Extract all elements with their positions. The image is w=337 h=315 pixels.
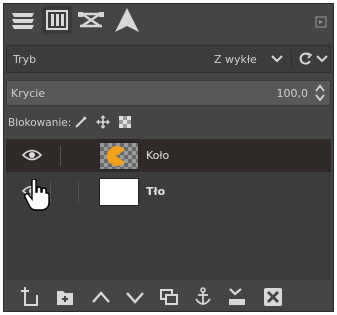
- new-layer-icon: [21, 287, 38, 306]
- new-layer-group-icon: [57, 291, 73, 305]
- layers-toolbar: [4, 283, 333, 311]
- paths-icon: [78, 12, 104, 28]
- opacity-value[interactable]: 100,0: [277, 87, 309, 100]
- chain-toggle[interactable]: [78, 182, 79, 202]
- chain-toggle[interactable]: [50, 182, 51, 202]
- hand-cursor-icon: [24, 179, 50, 211]
- layers-list[interactable]: Koło Tło: [6, 139, 331, 280]
- lower-layer-icon: [126, 292, 144, 304]
- opacity-slider[interactable]: Krycie 100,0: [6, 80, 331, 106]
- tab-layers[interactable]: [8, 6, 38, 34]
- lock-alpha-icon[interactable]: [118, 115, 132, 129]
- duplicate-layer-button[interactable]: [156, 286, 182, 308]
- lock-label: Blokowanie:: [8, 117, 72, 129]
- lock-position-icon[interactable]: [96, 115, 110, 129]
- raise-layer-button[interactable]: [88, 286, 114, 308]
- tab-undo-history[interactable]: [112, 6, 142, 34]
- layer-name[interactable]: Tło: [146, 185, 165, 198]
- new-layer-group-button[interactable]: [52, 286, 78, 308]
- opacity-label: Krycie: [11, 87, 46, 100]
- layer-name[interactable]: Koło: [146, 149, 169, 162]
- chain-toggle[interactable]: [60, 146, 61, 166]
- raise-layer-icon: [92, 291, 110, 303]
- new-layer-button[interactable]: [16, 286, 42, 308]
- merge-down-button[interactable]: [224, 286, 250, 308]
- merge-down-icon: [229, 288, 245, 305]
- anchor-layer-button[interactable]: [190, 286, 216, 308]
- layer-mode-selector[interactable]: Tryb Z wykłe: [6, 45, 331, 73]
- mode-label: Tryb: [13, 53, 37, 66]
- dock-tab-strip: [4, 4, 333, 36]
- composite-mode-icon[interactable]: [298, 51, 314, 67]
- orange-circle-thumbnail: [107, 146, 125, 166]
- lock-pixels-icon[interactable]: [74, 115, 88, 129]
- layer-thumbnail: [99, 142, 139, 170]
- layers-stack-icon: [12, 13, 34, 29]
- mode-separator: [291, 49, 292, 69]
- delete-layer-button[interactable]: [260, 286, 286, 308]
- duplicate-layer-icon: [160, 289, 178, 305]
- channels-icon: [46, 10, 68, 30]
- chevron-down-icon[interactable]: [271, 54, 283, 64]
- spin-buttons-icon[interactable]: [314, 83, 326, 103]
- delete-layer-icon: [264, 288, 282, 306]
- lower-layer-button[interactable]: [122, 286, 148, 308]
- layers-panel: Tryb Z wykłe Krycie 100,0 Blokowanie: Ko…: [3, 3, 334, 312]
- eye-icon[interactable]: [22, 148, 42, 162]
- tab-menu-icon: [315, 16, 327, 28]
- tab-channels[interactable]: [42, 6, 72, 34]
- undo-history-icon: [115, 8, 139, 32]
- chevron-down-icon[interactable]: [316, 54, 328, 64]
- tab-paths[interactable]: [76, 6, 106, 34]
- mode-value[interactable]: Z wykłe: [214, 53, 257, 66]
- layer-row[interactable]: Tło: [6, 175, 331, 208]
- anchor-layer-icon: [195, 287, 211, 305]
- layer-row[interactable]: Koło: [6, 139, 331, 172]
- tab-menu-button[interactable]: [315, 13, 327, 28]
- layer-thumbnail: [99, 178, 139, 206]
